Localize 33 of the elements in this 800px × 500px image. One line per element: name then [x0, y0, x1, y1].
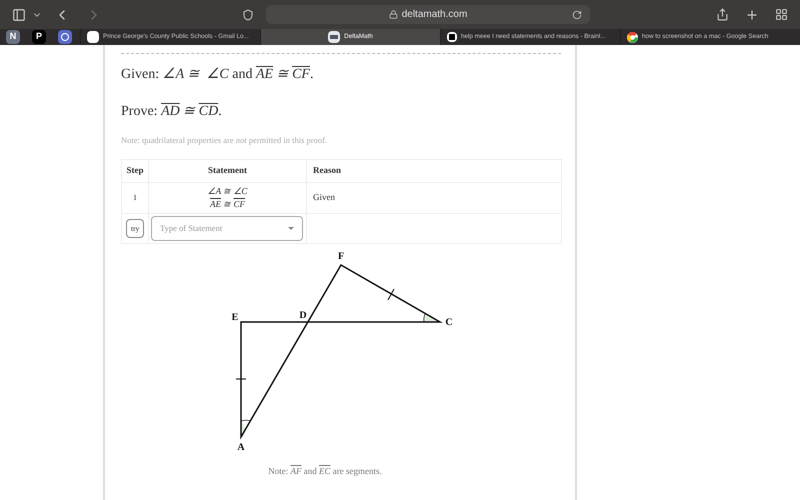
column-header: Statement: [148, 159, 306, 182]
sidebar-icon[interactable]: [12, 8, 26, 22]
pinned-tab[interactable]: P: [32, 30, 46, 44]
caret-icon: [288, 226, 294, 230]
blank-page-icon: [87, 31, 99, 43]
table-cell: 1: [122, 182, 148, 214]
prove-statement: Prove: AD ≅ CD.: [121, 103, 223, 121]
column-header: Reason: [306, 159, 562, 182]
google-logo-icon: [627, 32, 638, 42]
new-tab-icon[interactable]: [745, 8, 759, 22]
pinned-tab[interactable]: [58, 30, 72, 44]
diagram-note: Note: AF and EC are segments.: [267, 465, 383, 478]
given-statement: Given: ∠A ≅ ∠C and AE ≅ CF.: [121, 66, 314, 84]
shield-icon[interactable]: [242, 8, 254, 20]
reload-icon[interactable]: [572, 10, 582, 20]
logo-icon: [61, 33, 69, 41]
address-bar[interactable]: deltamath.com: [266, 5, 590, 24]
point-label: D: [299, 310, 307, 321]
statement-line: AE ≅ CF: [208, 198, 246, 211]
lock-icon: [388, 10, 398, 19]
point-label: A: [237, 442, 245, 453]
point-label: C: [445, 317, 453, 328]
point-label: E: [232, 312, 238, 323]
tab-overview-icon[interactable]: [775, 8, 788, 21]
note-text: Note: quadrilateral properties are not permitted in this proof.: [121, 134, 328, 147]
pinned-tab[interactable]: N: [6, 30, 20, 44]
square-logo-icon: [447, 32, 457, 42]
point-label: F: [338, 251, 344, 262]
address-text: deltamath.com: [402, 8, 468, 22]
share-icon[interactable]: [716, 8, 729, 21]
table-cell: Given: [306, 182, 562, 214]
statement-line: ∠A ≅ ∠C: [206, 184, 248, 198]
column-header: Step: [122, 159, 148, 182]
